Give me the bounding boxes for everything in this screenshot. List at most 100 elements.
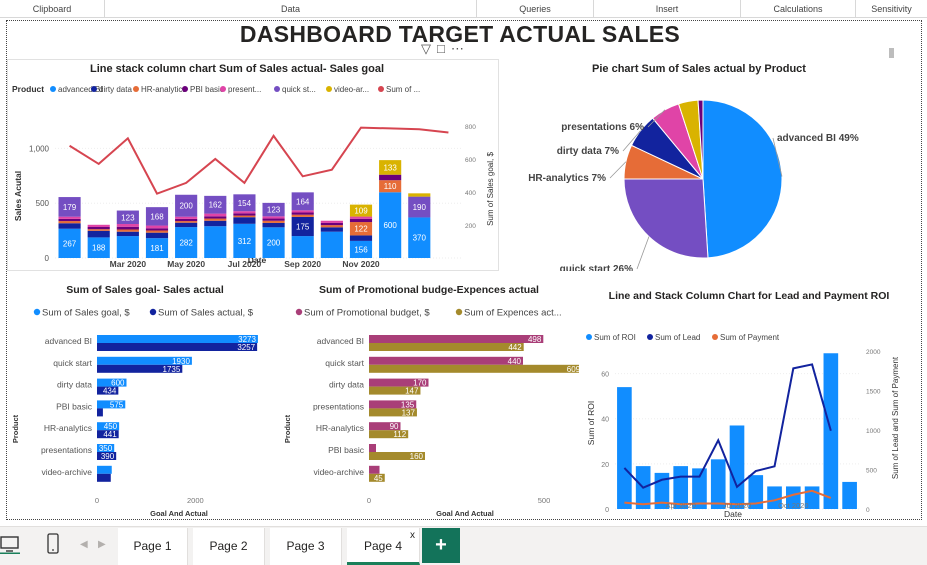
focus-mode-icon[interactable]: □ xyxy=(437,41,451,56)
desktop-view-icon[interactable] xyxy=(0,534,20,555)
mobile-view-icon[interactable] xyxy=(46,533,60,555)
pie-label: quick start 26% xyxy=(560,264,633,271)
y-axis-title: Sum of ROI xyxy=(586,401,596,445)
y2-tick-label: 1000 xyxy=(866,428,881,435)
y2-tick-label: 800 xyxy=(465,124,476,131)
y2-tick-label: 1500 xyxy=(866,389,881,396)
bar-segment-pbi-basic xyxy=(233,213,256,216)
y2-tick-label: 400 xyxy=(465,190,476,197)
category-label: quick start xyxy=(325,358,364,368)
legend-label: dirty data xyxy=(99,85,132,94)
bar-segment-presentations xyxy=(320,220,343,223)
category-label: HR-analytics xyxy=(44,423,92,433)
lead-payment-chart[interactable]: Line and Stack Column Chart for Lead and… xyxy=(575,283,913,519)
data-label: 109 xyxy=(354,207,368,216)
y-axis-title: Product xyxy=(11,414,20,443)
tab-page-2[interactable]: Page 2 xyxy=(193,528,265,565)
data-label: 370 xyxy=(413,234,427,243)
ribbon-sensitivity[interactable]: Sensitivity xyxy=(856,0,927,18)
x-tick-label: 2000 xyxy=(187,496,204,505)
bar xyxy=(97,408,103,417)
ribbon-clipboard[interactable]: Clipboard xyxy=(0,0,105,18)
prev-page-icon[interactable]: ◀ xyxy=(80,539,88,550)
bar-segment-pbi-basic xyxy=(175,218,198,222)
add-page-button[interactable]: + xyxy=(422,528,460,563)
ribbon-insert[interactable]: Insert xyxy=(594,0,741,18)
visual-header-tools: ▽□⋯ xyxy=(421,41,470,57)
y-tick-label: 0 xyxy=(605,507,609,514)
goal-actual-chart[interactable]: Sum of Sales goal- Sales actual Sum of S… xyxy=(7,279,277,519)
legend-label: Sum of Lead xyxy=(655,333,700,342)
bar-value-label: 498 xyxy=(528,335,542,344)
bar xyxy=(97,335,258,343)
ribbon-data[interactable]: Data xyxy=(105,0,477,18)
y2-tick-label: 200 xyxy=(465,223,476,230)
bar-segment-hr-analytics xyxy=(58,221,81,224)
data-label: 181 xyxy=(150,244,164,253)
legend-marker xyxy=(647,334,653,340)
data-label: 200 xyxy=(267,239,281,248)
bar-segment-hr-analytics xyxy=(291,214,314,217)
bar-segment-pbi-basic xyxy=(320,222,343,226)
x-tick-label: Oct 2020 xyxy=(778,501,808,510)
legend-marker xyxy=(33,308,41,316)
bar-segment-pbi-basic xyxy=(87,226,110,230)
ribbon-queries[interactable]: Queries xyxy=(477,0,594,18)
legend-label: Sum of Sales goal, $ xyxy=(42,308,130,319)
bar xyxy=(97,473,111,482)
legend-label: Sum of Payment xyxy=(720,333,780,342)
ribbon-calculations[interactable]: Calculations xyxy=(741,0,856,18)
bar-value-label: 442 xyxy=(508,343,522,352)
category-label: video-archive xyxy=(41,467,92,477)
legend-label: HR-analytics xyxy=(141,85,186,94)
x-axis-title: Date xyxy=(724,509,742,519)
bar-segment-presentations xyxy=(349,216,373,219)
bar-value-label: 112 xyxy=(393,430,406,439)
close-tab-icon[interactable]: x xyxy=(410,517,415,554)
bar-segment-pbi-basic xyxy=(262,218,285,221)
pie-chart[interactable]: Pie chart Sum of Sales actual by Product… xyxy=(515,59,903,271)
legend-marker xyxy=(220,86,226,92)
tab-page-4[interactable]: Page 4 x xyxy=(347,528,420,565)
data-label: 122 xyxy=(354,225,368,234)
legend-marker xyxy=(149,308,157,316)
filter-icon[interactable]: ▽ xyxy=(421,41,437,56)
data-label: 164 xyxy=(296,197,310,206)
data-label: 282 xyxy=(179,239,193,248)
data-label: 188 xyxy=(92,244,106,253)
y-axis-title: Sales Acutal xyxy=(13,171,23,221)
line-stack-chart[interactable]: Line stack column chart Sum of Sales act… xyxy=(7,59,499,271)
bar-segment-pbi-basic xyxy=(204,216,227,219)
bar xyxy=(369,364,579,373)
chart-title: Pie chart Sum of Sales actual by Product xyxy=(592,63,806,75)
bar-segment-video-archive xyxy=(408,193,431,197)
bar-value-label: 440 xyxy=(508,357,522,366)
pie-label: advanced BI 49% xyxy=(777,133,859,144)
bar-value-label: 575 xyxy=(110,400,124,409)
scrollbar-thumb[interactable] xyxy=(889,48,894,58)
y-tick-label: 1,000 xyxy=(29,144,50,153)
legend-title: Product xyxy=(12,84,44,94)
bar-value-label: 390 xyxy=(101,452,115,461)
tab-page-1[interactable]: Page 1 xyxy=(118,528,188,565)
more-options-icon[interactable]: ⋯ xyxy=(451,41,470,56)
next-page-icon[interactable]: ▶ xyxy=(98,539,106,550)
legend-label: present... xyxy=(228,85,261,94)
y2-axis-title: Sum of Sales goal, $ xyxy=(486,152,495,226)
bar xyxy=(369,335,544,343)
tab-page-3[interactable]: Page 3 xyxy=(270,528,342,565)
report-canvas: DASHBOARD TARGET ACTUAL SALES ▽□⋯ Line s… xyxy=(6,20,922,520)
pie-label: dirty data 7% xyxy=(557,146,619,157)
y2-tick-label: 500 xyxy=(866,468,877,475)
data-label: 267 xyxy=(63,239,77,248)
budget-expences-chart[interactable]: Sum of Promotional budge-Expences actual… xyxy=(279,279,579,519)
bar-segment-pbi-basic xyxy=(145,228,169,231)
category-label: advanced BI xyxy=(317,336,364,346)
bar-segment-presentations xyxy=(116,224,139,227)
bar-segment-pbi-basic xyxy=(116,226,139,230)
bar-segment-presentations xyxy=(233,211,256,214)
category-label: video-archive xyxy=(313,467,364,477)
x-tick-label: 0 xyxy=(367,496,371,505)
y-tick-label: 0 xyxy=(45,254,50,263)
category-label: dirty data xyxy=(57,380,92,390)
